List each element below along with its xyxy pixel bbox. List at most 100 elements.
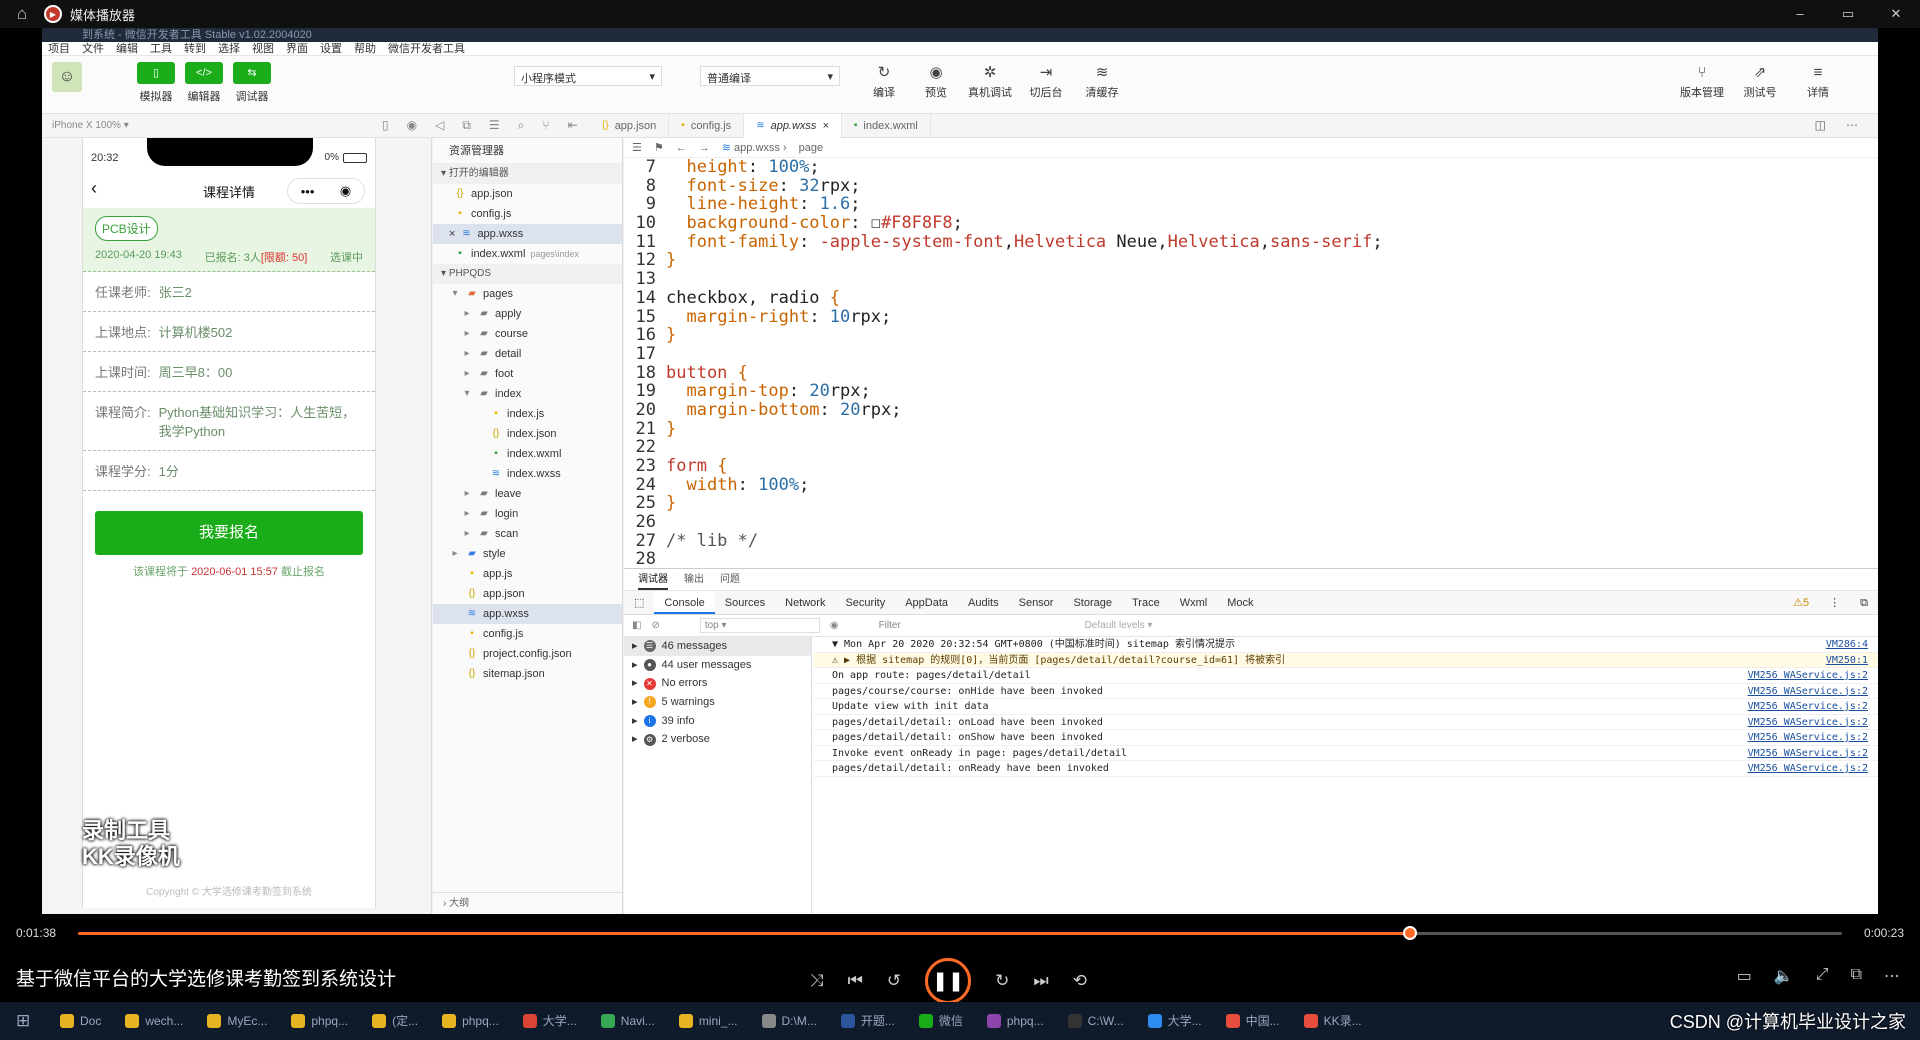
code-line[interactable]: 19 margin-top: 20rpx; — [624, 382, 1878, 401]
video-frame[interactable]: 到系统 - 微信开发者工具 Stable v1.02.2004020 项目 文件编… — [42, 28, 1878, 914]
log-source-link[interactable]: VM250:1 — [1826, 653, 1868, 668]
log-source-link[interactable]: VM256 WAService.js:2 — [1748, 715, 1868, 730]
search-icon[interactable]: ⌕ — [518, 118, 525, 133]
code-editor[interactable]: ☰ ⚑ ← → ≋ app.wxss › page 7 height: 100%… — [624, 138, 1878, 587]
tree-item[interactable]: ≋ index.wxss — [433, 464, 622, 484]
taskbar-item-5[interactable]: phpq... — [432, 1006, 509, 1036]
code-line[interactable]: 18 button { — [624, 363, 1878, 383]
progress-knob[interactable] — [1402, 926, 1417, 940]
list-icon[interactable]: ☰ — [632, 141, 642, 154]
console-filter-input[interactable]: Filter — [879, 620, 1079, 631]
taskbar-item-6[interactable]: 大学... — [513, 1006, 587, 1036]
menu-item-3[interactable]: 工具 — [150, 42, 172, 55]
line-text[interactable]: background-color: ☐#F8F8F8; — [666, 214, 962, 233]
code-line[interactable]: 23 form { — [624, 457, 1878, 476]
code-line[interactable]: 16} — [624, 326, 1878, 345]
tree-item[interactable]: {} index.json — [433, 424, 622, 444]
device-select[interactable]: iPhone X 100% ▾ — [52, 120, 129, 131]
log-line[interactable]: Invoke event onReady in page: pages/deta… — [814, 746, 1878, 761]
chevron-right-icon[interactable]: ▸ — [461, 324, 473, 344]
log-line[interactable]: On app route: pages/detail/detail VM256 W… — [814, 668, 1878, 684]
taskbar-item-13[interactable]: C:\W... — [1058, 1006, 1134, 1036]
taskbar-item-12[interactable]: phpq... — [977, 1006, 1054, 1036]
console-log[interactable]: ▼ Mon Apr 20 2020 20:32:54 GMT+0800 (中国标… — [814, 637, 1878, 914]
menu-item-10[interactable]: 微信开发者工具 — [388, 42, 465, 55]
sidebar-toggle-icon[interactable]: ◧ — [632, 620, 641, 631]
open-editor-item[interactable]: ▪ index.wxml pages\index — [433, 244, 622, 264]
code-line[interactable]: 20 margin-bottom: 20rpx; — [624, 401, 1878, 420]
line-text[interactable]: } — [666, 419, 676, 439]
mode-select[interactable]: 小程序模式 ▾ — [514, 66, 662, 86]
fullscreen-icon[interactable]: ⤢ — [1816, 966, 1829, 986]
code-lines[interactable]: 7 height: 100%; 8 font-size: 32rpx; 9 line… — [624, 158, 1878, 588]
toolbar-0-button[interactable]: ▯ 模拟器 — [130, 62, 182, 104]
toolbar-action-3[interactable]: ⇥ 切后台 — [1022, 62, 1070, 100]
tree-item[interactable]: ▪ app.js — [433, 564, 622, 584]
menu-item-4[interactable]: 转到 — [184, 42, 206, 55]
split-icon[interactable]: ◫ — [1815, 118, 1826, 132]
line-text[interactable]: font-family: -apple-system-font,Helvetic… — [666, 232, 1382, 252]
toolbar-action-2[interactable]: ✲ 真机调试 — [966, 62, 1014, 100]
code-line[interactable]: 8 font-size: 32rpx; — [624, 176, 1878, 196]
taskbar-item-8[interactable]: mini_... — [669, 1006, 748, 1036]
tab-app-wxss[interactable]: ≋ app.wxss × — [744, 114, 842, 138]
toolbar-action-1[interactable]: ◉ 预览 — [912, 62, 960, 100]
taskbar-item-2[interactable]: MyEc... — [197, 1006, 277, 1036]
chevron-right-icon[interactable]: ▸ — [461, 304, 473, 324]
list-icon[interactable]: ☰ — [489, 118, 500, 133]
taskbar-item-14[interactable]: 大学... — [1138, 1006, 1212, 1036]
rewind-icon[interactable]: ↺ — [887, 971, 901, 991]
tree-item[interactable]: ▸ ▰ leave — [433, 484, 622, 504]
outline-section[interactable]: › 大纲 — [433, 892, 622, 914]
line-text[interactable]: } — [666, 251, 676, 270]
home-icon[interactable]: ⌂ — [0, 4, 44, 24]
taskbar-item-15[interactable]: 中国... — [1216, 1006, 1290, 1036]
taskbar-item-1[interactable]: wech... — [115, 1006, 193, 1036]
line-text[interactable]: } — [666, 494, 676, 513]
tree-item[interactable]: ▸ ▰ apply — [433, 304, 622, 324]
taskbar-item-16[interactable]: KK录... — [1294, 1006, 1372, 1036]
console-filter-warn[interactable]: ▸! 5 warnings — [624, 693, 811, 712]
tree-item[interactable]: ▸ ▰ course — [433, 324, 622, 344]
devtools-tab-trace[interactable]: Trace — [1122, 591, 1170, 614]
tree-item[interactable]: ▪ index.js — [433, 404, 622, 424]
taskbar-item-4[interactable]: (定... — [362, 1006, 428, 1036]
tree-item[interactable]: ▸ ▰ style — [433, 544, 622, 564]
clear-console-icon[interactable]: ⊘ — [651, 620, 659, 631]
menu-item-0[interactable]: 项目 — [48, 42, 70, 55]
menu-item-2[interactable]: 编辑 — [116, 42, 138, 55]
code-line[interactable]: 10 background-color: ☐#F8F8F8; — [624, 214, 1878, 233]
tree-item[interactable]: ▪ config.js — [433, 624, 622, 644]
debugger-tab-2[interactable]: 问题 — [720, 569, 740, 590]
code-line[interactable]: 15 margin-right: 10rpx; — [624, 307, 1878, 327]
line-text[interactable]: line-height: 1.6; — [666, 195, 860, 214]
volume-icon[interactable]: 🔈 — [1774, 966, 1794, 986]
tab-close-icon[interactable]: × — [822, 114, 828, 138]
chevron-right-icon[interactable]: ▸ — [461, 524, 473, 544]
window-icon[interactable]: ⧉ — [462, 118, 471, 133]
warning-count[interactable]: ⚠5 — [1783, 591, 1819, 614]
console-filter-verbose[interactable]: ▸ ⚙ 2 verbose — [624, 730, 811, 749]
eye-icon[interactable]: ◉ — [830, 620, 839, 631]
line-text[interactable]: } — [666, 326, 676, 345]
open-editor-item[interactable]: ▪ config.js — [433, 204, 622, 224]
branch-icon[interactable]: ⑂ — [542, 118, 549, 133]
chevron-right-icon[interactable]: ▸ — [461, 344, 473, 364]
tree-item[interactable]: ▪ index.wxml — [433, 444, 622, 464]
tree-item[interactable]: ▸ ▰ detail — [433, 344, 622, 364]
subtitle-icon[interactable]: ▭ — [1737, 966, 1752, 986]
back-icon[interactable]: ← — [676, 142, 687, 154]
taskbar-item-0[interactable]: Doc — [50, 1006, 111, 1036]
record-icon[interactable]: ◉ — [407, 118, 417, 133]
code-line[interactable]: 13 — [624, 270, 1878, 289]
toolbar-action-0[interactable]: ↻ 编译 — [860, 62, 908, 100]
log-line[interactable]: pages/detail/detail: onReady have been i… — [814, 761, 1878, 777]
devtools-tab-wxml[interactable]: Wxml — [1170, 591, 1218, 614]
line-text[interactable]: button { — [666, 363, 748, 383]
chevron-right-icon[interactable]: ▸ — [461, 504, 473, 524]
toolbar-1-button[interactable]: </> 编辑器 — [178, 62, 230, 104]
code-line[interactable]: 24 width: 100%; — [624, 475, 1878, 495]
line-text[interactable]: /* lib */ — [666, 531, 758, 551]
tree-item[interactable]: ▸ ▰ scan — [433, 524, 622, 544]
code-line[interactable]: 27 /* lib */ — [624, 531, 1878, 551]
